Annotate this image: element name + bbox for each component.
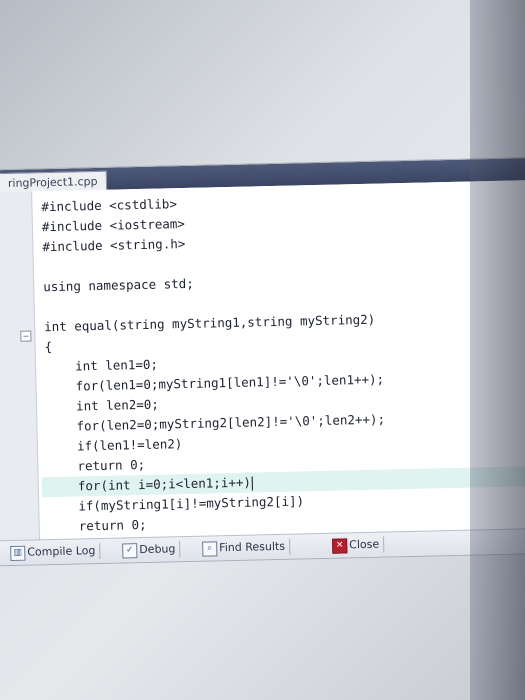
code-text: for(int i=0;i<len1;i++) <box>47 474 252 495</box>
code-text: { <box>44 339 53 355</box>
code-text: return 0; <box>47 456 146 475</box>
find-results-icon: ⌕ <box>202 541 218 557</box>
output-tab-debug[interactable]: ✓ Debug <box>119 541 181 559</box>
code-text: #include <iostream> <box>41 215 186 235</box>
code-text: return 0; <box>48 516 147 535</box>
output-tab-compile-log[interactable]: ▥ Compile Log <box>7 542 101 562</box>
code-text: using namespace std; <box>43 275 194 295</box>
line-gutter: − − <box>0 191 41 542</box>
code-editor[interactable]: − − #include <cstdlib>#include <iostream… <box>0 176 525 565</box>
debug-icon: ✓ <box>122 543 138 559</box>
code-text: if(len1!=len2) <box>46 436 183 455</box>
output-tab-label: Close <box>349 537 380 552</box>
code-text: int len2=0; <box>45 396 160 415</box>
code-text: #include <string.h> <box>42 235 186 255</box>
code-area[interactable]: #include <cstdlib> #include <iostream> #in… <box>35 183 525 565</box>
close-icon: ✕ <box>332 538 348 554</box>
output-tab-find-results[interactable]: ⌕ Find Results <box>199 538 291 557</box>
ide-window: ringProject1.cpp − − #include <cstdlib>#… <box>0 154 525 566</box>
output-tab-label: Find Results <box>219 539 286 555</box>
code-text: if(myString1[i]!=myString2[i]) <box>48 493 305 515</box>
code-text: int equal(string myString1,string myStri… <box>43 311 376 335</box>
compile-log-icon: ▥ <box>10 545 26 562</box>
output-tab-close[interactable]: ✕ Close <box>329 536 385 554</box>
text-caret <box>251 476 254 491</box>
output-tab-label: Debug <box>139 542 176 557</box>
screen-edge <box>470 0 525 700</box>
output-tab-label: Compile Log <box>27 544 96 559</box>
fold-toggle-icon[interactable]: − <box>20 330 32 342</box>
code-text: int len1=0; <box>44 356 159 375</box>
code-text: #include <cstdlib> <box>41 196 178 215</box>
